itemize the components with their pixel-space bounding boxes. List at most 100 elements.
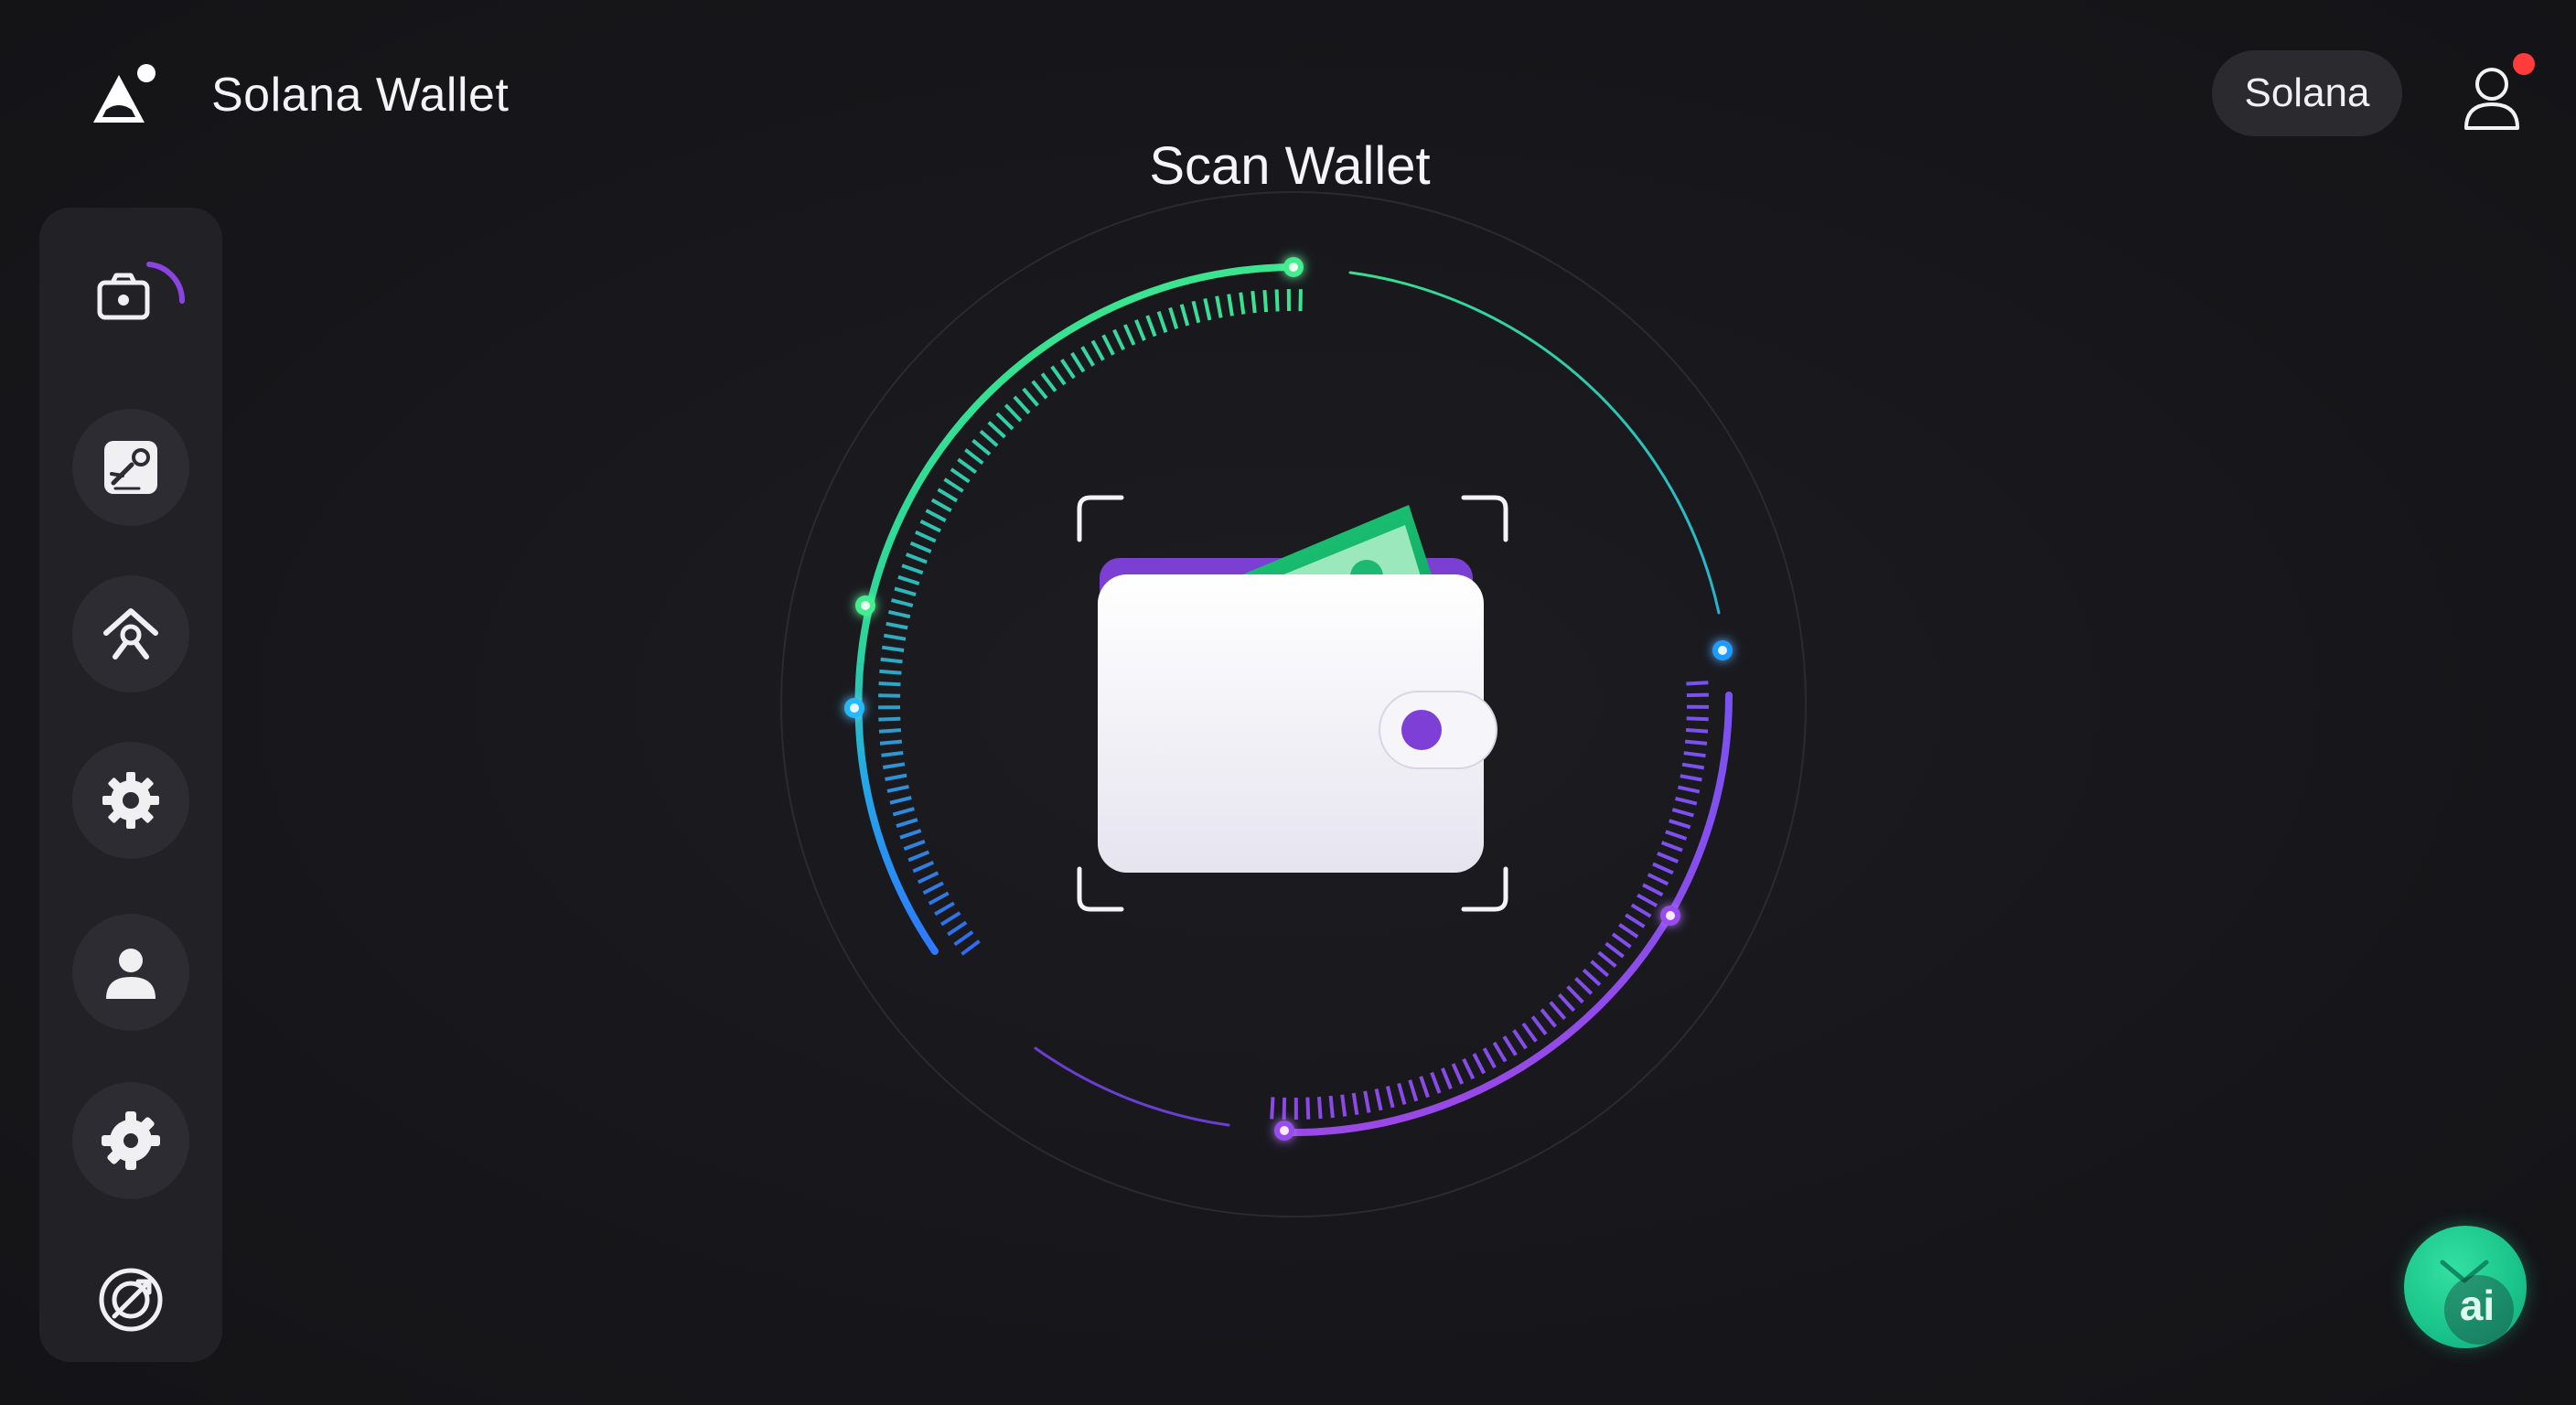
scan-tick bbox=[887, 609, 911, 619]
scan-tick bbox=[897, 574, 920, 586]
scan-tick bbox=[1004, 403, 1023, 423]
scan-tick bbox=[1686, 681, 1709, 686]
scan-tick bbox=[943, 477, 964, 493]
scan-tick bbox=[1022, 387, 1039, 407]
scan-tick bbox=[1637, 893, 1658, 907]
scan-tick bbox=[1101, 334, 1115, 356]
scan-tick bbox=[1090, 339, 1105, 361]
scan-tick bbox=[950, 467, 971, 484]
scan-tick bbox=[1060, 359, 1076, 380]
ai-label: ai bbox=[2459, 1282, 2496, 1329]
scan-tick bbox=[947, 920, 968, 937]
scan-tick bbox=[922, 881, 944, 896]
scan-tick bbox=[1685, 728, 1709, 734]
scan-tick bbox=[901, 563, 924, 575]
scan-tick bbox=[1530, 1015, 1548, 1035]
scan-tick bbox=[1683, 751, 1706, 758]
scan-tick bbox=[1582, 968, 1602, 987]
scan-tick bbox=[1363, 1090, 1371, 1113]
scan-tick bbox=[1665, 830, 1688, 841]
scan-tick bbox=[880, 657, 903, 664]
scan-tick bbox=[1657, 852, 1679, 863]
scan-tick bbox=[1642, 883, 1664, 897]
scan-tick bbox=[886, 621, 908, 630]
scan-tick bbox=[1262, 289, 1269, 313]
scan-tick bbox=[905, 552, 928, 564]
scan-tick bbox=[1179, 304, 1190, 327]
scan-tick bbox=[1677, 785, 1701, 794]
scan-tick bbox=[1215, 295, 1223, 318]
scan-tick bbox=[971, 438, 992, 456]
scan-tick bbox=[1630, 903, 1652, 918]
scan-tick bbox=[878, 728, 902, 734]
scan-tick bbox=[878, 681, 901, 687]
scan-tick bbox=[878, 716, 901, 722]
scan-wallet-screen: Solana Wallet Solana Scan Wallet ai bbox=[0, 0, 2576, 1405]
scan-tick bbox=[1590, 960, 1610, 978]
scan-tick bbox=[1686, 716, 1709, 722]
scan-tick bbox=[919, 520, 941, 533]
scan-tick bbox=[1340, 1094, 1347, 1117]
scan-tick bbox=[1441, 1067, 1453, 1089]
scan-tick bbox=[1492, 1041, 1508, 1063]
scan-tick bbox=[1145, 315, 1157, 338]
scan-tick bbox=[885, 773, 907, 781]
scan-tick bbox=[995, 412, 1014, 431]
scan-tick bbox=[1250, 291, 1257, 314]
scan-tick bbox=[1647, 873, 1669, 886]
scan-tick bbox=[939, 911, 961, 927]
scan-tick bbox=[912, 860, 935, 874]
scan-tick bbox=[1408, 1079, 1419, 1102]
scan-tick bbox=[1385, 1086, 1395, 1109]
scan-tick bbox=[879, 739, 903, 745]
scan-tick bbox=[1031, 380, 1048, 400]
scan-tick bbox=[891, 598, 914, 608]
scan-tick bbox=[930, 498, 952, 513]
scan-tick bbox=[1050, 365, 1067, 386]
scan-tick bbox=[1430, 1071, 1442, 1094]
scan-tick bbox=[1549, 1001, 1567, 1021]
scan-tick bbox=[899, 829, 922, 840]
scan-tick bbox=[1274, 289, 1280, 312]
scan-tick bbox=[1134, 319, 1146, 341]
scan-tick bbox=[878, 693, 901, 698]
scan-tick bbox=[937, 488, 959, 503]
scan-tick bbox=[881, 751, 904, 757]
scan-tick bbox=[1227, 294, 1234, 316]
scan-tick bbox=[1317, 1096, 1323, 1120]
scan-tick bbox=[1168, 306, 1179, 329]
scan-tick bbox=[1557, 992, 1576, 1013]
scan-tick bbox=[1328, 1095, 1335, 1119]
scan-tick bbox=[882, 762, 906, 769]
scan-tick bbox=[915, 530, 937, 543]
scan-tick bbox=[1681, 762, 1705, 770]
scan-tick bbox=[1675, 796, 1698, 806]
scan-tick bbox=[1351, 1092, 1359, 1116]
scan-tick bbox=[883, 633, 907, 641]
scan-tick bbox=[1669, 819, 1691, 830]
scan-tick bbox=[882, 645, 905, 652]
scan-tick bbox=[925, 509, 947, 522]
scan-tick bbox=[1239, 292, 1246, 315]
scan-tick bbox=[892, 807, 915, 817]
scan-tick bbox=[907, 850, 930, 863]
scan-tick bbox=[903, 839, 926, 851]
scan-tick bbox=[1462, 1057, 1476, 1080]
scan-tick bbox=[886, 784, 909, 793]
scan-tick bbox=[909, 541, 932, 553]
scan-tick bbox=[1040, 372, 1057, 392]
scan-tick bbox=[1652, 862, 1674, 875]
scan-tick bbox=[1451, 1063, 1465, 1085]
scan-tick bbox=[1374, 1088, 1383, 1111]
scan-tick bbox=[1618, 923, 1639, 938]
scan-tick bbox=[964, 448, 984, 465]
scan-tick bbox=[1680, 774, 1702, 782]
scan-tick bbox=[957, 457, 977, 475]
scan-tick bbox=[1574, 977, 1594, 995]
scan-tick bbox=[879, 669, 902, 675]
scan-tick bbox=[1502, 1035, 1518, 1056]
scan-tick bbox=[979, 429, 999, 447]
wallet-with-cash-icon bbox=[1098, 505, 1497, 873]
scan-tick bbox=[1684, 739, 1708, 745]
scan-tick bbox=[934, 901, 955, 917]
